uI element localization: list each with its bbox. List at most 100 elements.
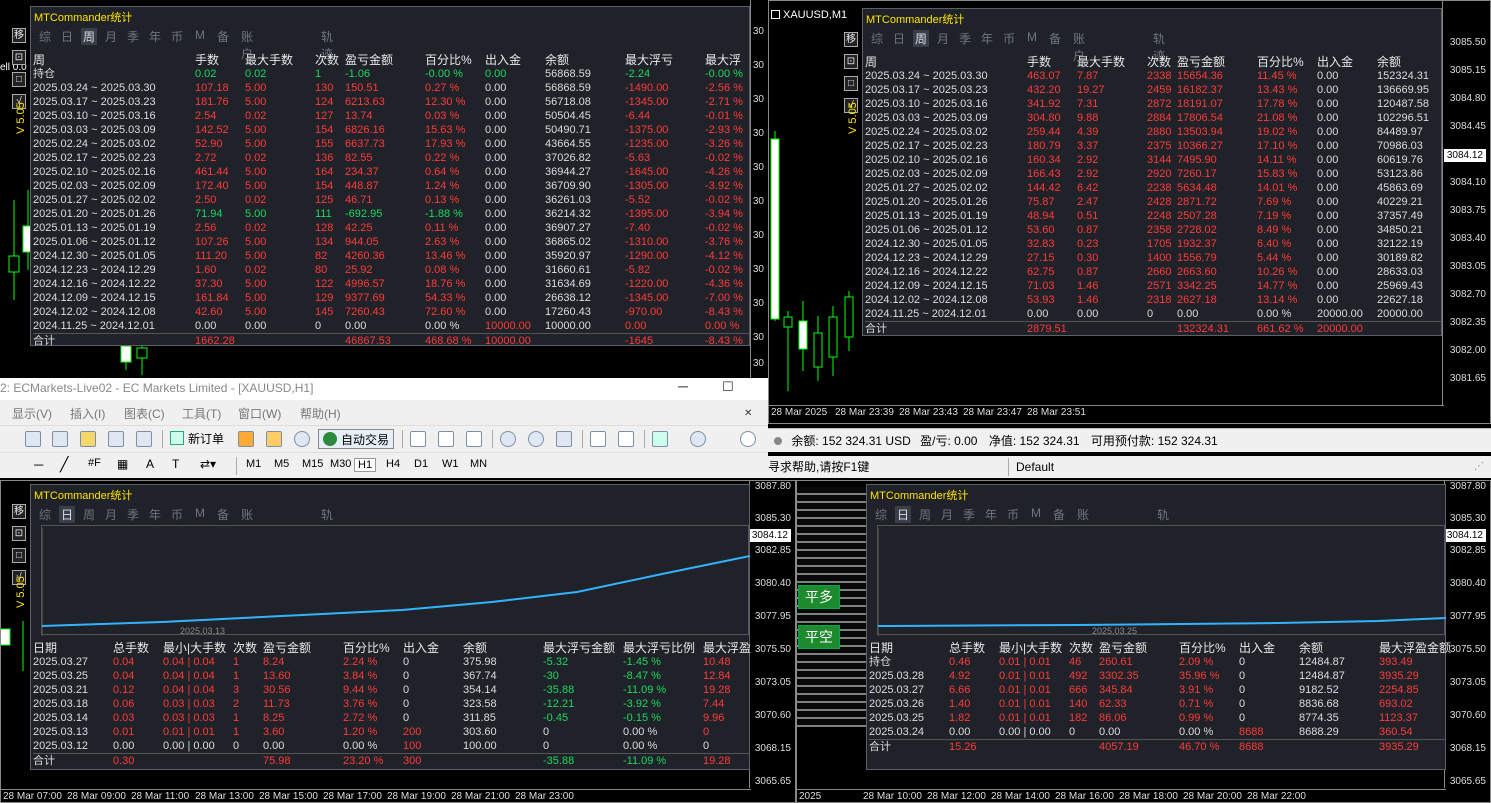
menu-close-icon[interactable]: ✕	[744, 408, 752, 419]
price-scale[interactable]: 30 30 30 30 30 30 30 30 30 30 30	[750, 0, 768, 378]
text-icon[interactable]: A	[146, 457, 154, 471]
periods-icon[interactable]	[690, 431, 706, 447]
tab-6[interactable]: 币	[171, 28, 183, 45]
arrows-icon[interactable]: ⇄▾	[200, 457, 216, 471]
tab-2[interactable]: 周	[81, 28, 98, 45]
signals-icon[interactable]	[294, 431, 310, 447]
tab-1[interactable]: 日	[895, 506, 912, 523]
stats-panel-bottom-right[interactable]: MTCommander统计 综日周月季年币M备账户轨迹 2025.03.25 日…	[866, 484, 1451, 770]
price-scale[interactable]: 3085.50 3085.15 3084.80 3084.45 3084.12 3084.…	[1442, 1, 1490, 409]
channel-icon[interactable]: ▦	[117, 457, 128, 471]
market-icon[interactable]	[266, 431, 282, 447]
autoscroll-icon[interactable]	[590, 431, 606, 447]
maximize-button[interactable]: ☐	[722, 379, 734, 395]
tab-1[interactable]: 日	[61, 28, 73, 45]
menu-item[interactable]: 窗口(W)	[238, 405, 281, 422]
bar-chart-icon[interactable]	[410, 431, 426, 447]
side-button-2[interactable]: □	[844, 76, 858, 91]
stats-panel-top-right[interactable]: MTCommander统计 综日周月季年币 M 备账户 轨迹 周手数 最大手数 次数 盈亏金…	[862, 8, 1442, 336]
period-w1[interactable]: W1	[442, 458, 459, 470]
period-d1[interactable]: D1	[414, 458, 428, 470]
side-button-2[interactable]: □	[12, 72, 26, 87]
auto-trading-button[interactable]: 自动交易	[318, 429, 395, 449]
price-scale[interactable]: 3087.80 3085.30 3084.12 3082.85 3080.40 3077.…	[1443, 481, 1490, 788]
tab-2[interactable]: 周	[919, 506, 931, 523]
price-scale[interactable]: 3087.80 3085.30 3084.12 3082.85 3080.40 3077.…	[748, 481, 795, 788]
side-button-1[interactable]: ⊡	[12, 526, 26, 541]
zoom-in-icon[interactable]	[500, 431, 516, 447]
zoom-out-icon[interactable]	[528, 431, 544, 447]
close-short-button[interactable]: 平空	[798, 625, 840, 649]
menu-item[interactable]: 工具(T)	[182, 405, 221, 422]
tab-0[interactable]: 综	[39, 506, 51, 523]
side-button-1[interactable]: ⊡	[12, 50, 26, 65]
tab-3[interactable]: 月	[105, 28, 117, 45]
tab-5[interactable]: 年	[149, 28, 161, 45]
navigator-icon[interactable]	[108, 431, 124, 447]
menu-item[interactable]: 图表(C)	[124, 405, 165, 422]
tab-8[interactable]: 备	[1049, 30, 1061, 47]
tile-windows-icon[interactable]	[556, 431, 572, 447]
side-button-0[interactable]: 移	[12, 504, 26, 519]
tab-6[interactable]: 币	[1007, 506, 1019, 523]
tab-2[interactable]: 周	[83, 506, 95, 523]
tab-8[interactable]: 备	[1053, 506, 1065, 523]
stats-panel-top-left[interactable]: MTCommander统计 综日周月季年币 M 备账户 轨迹 周手数 最大手数 次数 盈亏金…	[30, 6, 750, 347]
hline-icon[interactable]: ─	[34, 457, 43, 472]
side-button-0[interactable]: 移	[844, 32, 858, 47]
tab-3[interactable]: 月	[937, 30, 949, 47]
chart-shift-icon[interactable]	[618, 431, 634, 447]
tab-7[interactable]: M	[1031, 506, 1041, 520]
menu-item[interactable]: 帮助(H)	[300, 405, 341, 422]
line-chart-icon[interactable]	[466, 431, 482, 447]
tab-7[interactable]: M	[1027, 30, 1037, 44]
tab-4[interactable]: 季	[127, 28, 139, 45]
new-chart-icon[interactable]	[25, 431, 41, 447]
minimize-button[interactable]: ─	[678, 378, 688, 394]
tab-4[interactable]: 季	[963, 506, 975, 523]
tab-0[interactable]: 综	[875, 506, 887, 523]
new-order-button[interactable]: 新订单	[170, 429, 224, 449]
crosshair-icon[interactable]	[52, 431, 68, 447]
period-m5[interactable]: M5	[274, 458, 289, 470]
tab-2[interactable]: 周	[913, 30, 930, 47]
tab-5[interactable]: 年	[149, 506, 161, 523]
search-icon[interactable]	[740, 431, 756, 447]
tab-6[interactable]: 币	[171, 506, 183, 523]
period-m15[interactable]: M15	[302, 458, 323, 470]
favorites-icon[interactable]	[80, 431, 96, 447]
menu-item[interactable]: 插入(I)	[70, 405, 105, 422]
candle-chart-icon[interactable]	[438, 431, 454, 447]
side-button-0[interactable]: 移	[12, 28, 26, 43]
tab-8[interactable]: 备	[217, 28, 229, 45]
tab-1[interactable]: 日	[59, 506, 76, 523]
tab-0[interactable]: 综	[871, 30, 883, 47]
menu-item[interactable]: 显示(V)	[12, 405, 52, 422]
tab-1[interactable]: 日	[893, 30, 905, 47]
trendline-icon[interactable]: ╱	[60, 456, 68, 473]
tab-6[interactable]: 币	[1003, 30, 1015, 47]
indicators-icon[interactable]	[652, 431, 668, 447]
side-button-2[interactable]: □	[12, 548, 26, 563]
label-icon[interactable]: T	[172, 457, 179, 471]
tab-7[interactable]: M	[195, 506, 205, 520]
tab-3[interactable]: 月	[105, 506, 117, 523]
terminal-icon[interactable]	[136, 431, 152, 447]
metaeditor-icon[interactable]	[238, 431, 254, 447]
period-mn[interactable]: MN	[470, 458, 487, 470]
fibo-icon[interactable]: #F	[88, 457, 101, 469]
tab-4[interactable]: 季	[959, 30, 971, 47]
period-h4[interactable]: H4	[386, 458, 400, 470]
tab-8[interactable]: 备	[217, 506, 229, 523]
tab-7[interactable]: M	[195, 28, 205, 42]
tab-5[interactable]: 年	[981, 30, 993, 47]
close-long-button[interactable]: 平多	[798, 585, 840, 609]
resize-grip-icon[interactable]: ⋰	[1474, 456, 1484, 478]
period-h1[interactable]: H1	[354, 458, 377, 472]
side-button-1[interactable]: ⊡	[844, 54, 858, 69]
tab-5[interactable]: 年	[985, 506, 997, 523]
period-m1[interactable]: M1	[246, 458, 261, 470]
tab-4[interactable]: 季	[127, 506, 139, 523]
tab-0[interactable]: 综	[39, 28, 51, 45]
stats-panel-bottom-left[interactable]: MTCommander统计 综日周月季年币M备账户轨迹 2025.03.13 日…	[30, 484, 751, 770]
